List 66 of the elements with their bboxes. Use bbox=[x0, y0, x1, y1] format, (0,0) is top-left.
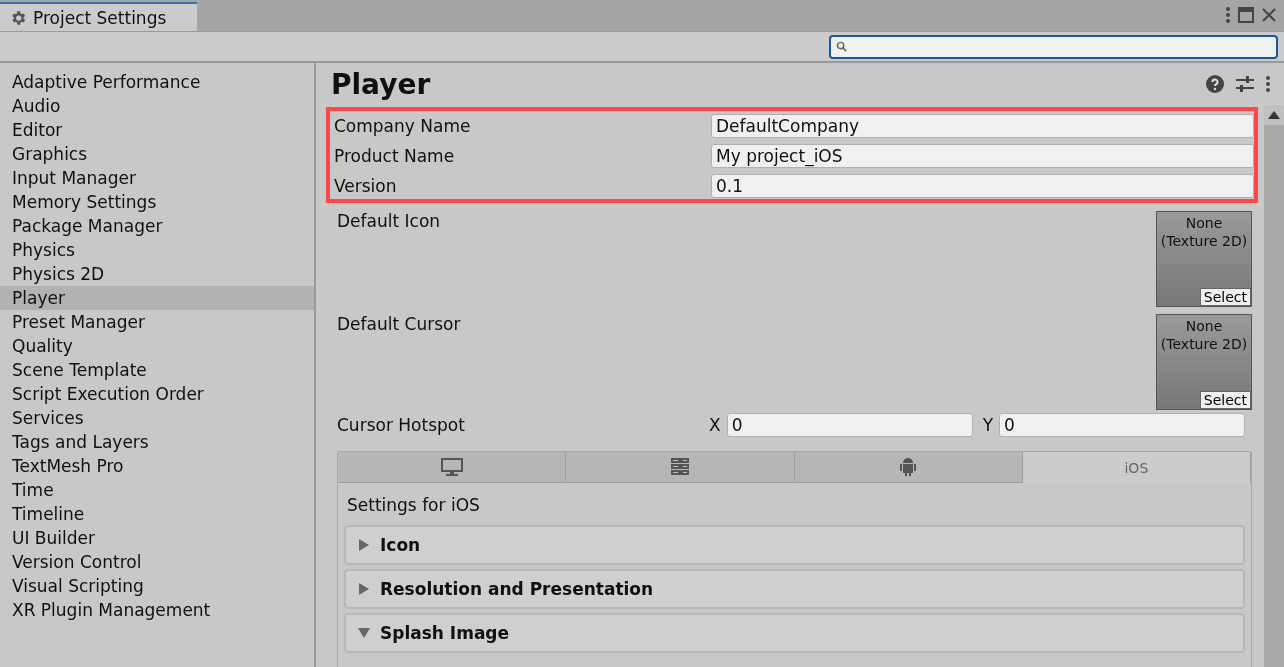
sidebar-item[interactable]: XR Plugin Management bbox=[0, 598, 314, 622]
text-field[interactable]: My project_iOS bbox=[711, 144, 1254, 168]
sidebar-item[interactable]: Visual Scripting bbox=[0, 574, 314, 598]
sidebar-item[interactable]: Time bbox=[0, 478, 314, 502]
sidebar-item[interactable]: Graphics bbox=[0, 142, 314, 166]
sidebar-item[interactable]: Timeline bbox=[0, 502, 314, 526]
field-label: Y bbox=[982, 415, 994, 435]
sidebar-item[interactable]: Script Execution Order bbox=[0, 382, 314, 406]
sidebar-item[interactable]: Editor bbox=[0, 118, 314, 142]
field-label: Cursor Hotspot bbox=[337, 415, 466, 435]
platform-tab[interactable] bbox=[566, 452, 795, 483]
sidebar-item[interactable]: Version Control bbox=[0, 550, 314, 574]
field-label: X bbox=[709, 415, 721, 435]
sidebar-item[interactable]: Physics 2D bbox=[0, 262, 314, 286]
text-field[interactable]: DefaultCompany bbox=[711, 114, 1254, 138]
sidebar-item[interactable]: Memory Settings bbox=[0, 190, 314, 214]
server-icon bbox=[670, 458, 689, 476]
caret-down-icon bbox=[358, 627, 370, 639]
sidebar-item[interactable]: UI Builder bbox=[0, 526, 314, 550]
section-heading: Settings for iOS bbox=[346, 494, 481, 517]
foldout-header[interactable]: Icon bbox=[344, 525, 1245, 565]
texture-slot[interactable]: None (Texture 2D) Select bbox=[1156, 211, 1252, 307]
number-field[interactable]: 0 bbox=[999, 413, 1246, 437]
window-title: Project Settings bbox=[33, 7, 167, 28]
scrollbar[interactable] bbox=[1264, 105, 1284, 667]
help-icon[interactable] bbox=[1206, 75, 1224, 93]
sidebar-item[interactable]: Player bbox=[0, 286, 314, 310]
field-label: Product Name bbox=[334, 146, 456, 166]
sidebar-item[interactable]: Package Manager bbox=[0, 214, 314, 238]
monitor-icon bbox=[440, 458, 463, 476]
text-field[interactable]: 0.1 bbox=[711, 174, 1254, 198]
sidebar-item[interactable]: Audio bbox=[0, 94, 314, 118]
sidebar-item[interactable]: Preset Manager bbox=[0, 310, 314, 334]
window-tab[interactable]: Project Settings bbox=[0, 2, 197, 31]
more-icon[interactable] bbox=[1226, 7, 1230, 23]
select-button[interactable]: Select bbox=[1199, 391, 1251, 409]
caret-right-icon bbox=[358, 583, 370, 595]
search-field[interactable] bbox=[829, 34, 1278, 59]
field-label: Default Cursor bbox=[337, 314, 462, 336]
texture-slot[interactable]: None (Texture 2D) Select bbox=[1156, 314, 1252, 410]
caret-right-icon bbox=[358, 539, 370, 551]
sidebar-item[interactable]: Tags and Layers bbox=[0, 430, 314, 454]
sidebar-item[interactable]: Input Manager bbox=[0, 166, 314, 190]
platform-tab[interactable] bbox=[338, 452, 567, 483]
sidebar-item[interactable]: Physics bbox=[0, 238, 314, 262]
sidebar-item[interactable]: Quality bbox=[0, 334, 314, 358]
number-field[interactable]: 0 bbox=[726, 413, 973, 437]
close-icon[interactable] bbox=[1262, 8, 1276, 22]
scroll-up-icon bbox=[1268, 111, 1280, 119]
maximize-icon[interactable] bbox=[1238, 7, 1254, 23]
foldout-header[interactable]: Resolution and Presentation bbox=[344, 569, 1245, 609]
sidebar-item[interactable]: Scene Template bbox=[0, 358, 314, 382]
sidebar-item[interactable]: Services bbox=[0, 406, 314, 430]
foldout-header[interactable]: Splash Image bbox=[344, 613, 1245, 653]
select-button[interactable]: Select bbox=[1199, 288, 1251, 306]
field-label: Company Name bbox=[334, 116, 472, 136]
field-label: Default Icon bbox=[337, 211, 442, 233]
field-label: Version bbox=[334, 176, 398, 196]
sidebar-item[interactable]: Adaptive Performance bbox=[0, 70, 314, 94]
platform-tab[interactable] bbox=[794, 452, 1023, 483]
android-icon bbox=[899, 457, 918, 477]
sidebar-item[interactable]: TextMesh Pro bbox=[0, 454, 314, 478]
panel-title: Player bbox=[331, 67, 431, 101]
more-icon[interactable] bbox=[1266, 76, 1270, 92]
sliders-icon[interactable] bbox=[1236, 76, 1254, 92]
search-icon bbox=[836, 41, 847, 52]
